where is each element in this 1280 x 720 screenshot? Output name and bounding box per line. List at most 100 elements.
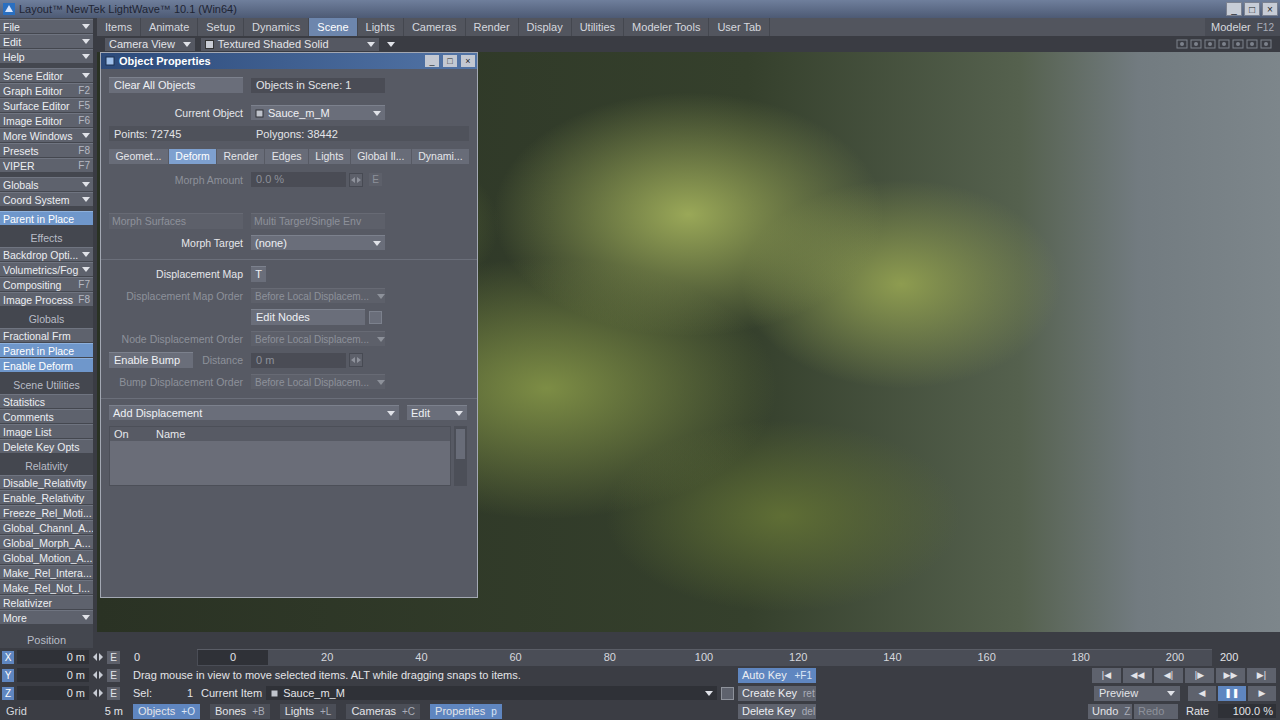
drag-arrows-icon[interactable] — [92, 651, 104, 663]
play-button[interactable]: ▶ — [1248, 686, 1276, 701]
transport-button[interactable]: |▶ — [1185, 668, 1214, 683]
drag-arrows-icon[interactable] — [349, 173, 363, 187]
sidebar-item[interactable]: Graph EditorF2 — [0, 83, 93, 97]
envelope-button[interactable]: E — [107, 669, 120, 682]
sidebar-item[interactable]: Disable_Relativity — [0, 475, 93, 489]
transport-button[interactable]: |◀ — [1092, 668, 1121, 683]
undo-button[interactable]: UndoZ — [1088, 704, 1132, 719]
transport-button[interactable]: ◀| — [1154, 668, 1183, 683]
properties-tab[interactable]: Dynami... — [412, 149, 469, 164]
item-type-button[interactable]: Lights+L — [280, 704, 337, 719]
sidebar-item[interactable]: Statistics — [0, 394, 93, 408]
timeline-track[interactable]: 204060801001201401601802000 — [197, 649, 1212, 666]
sidebar-item[interactable]: Parent in Place — [0, 211, 93, 225]
edit-nodes-button[interactable]: Edit Nodes — [251, 309, 365, 325]
drag-arrows-icon[interactable] — [92, 669, 104, 681]
sidebar-item[interactable]: Make_Rel_Intera... — [0, 565, 93, 579]
properties-tab[interactable]: Lights — [309, 149, 350, 164]
object-properties-window[interactable]: Object Properties_□×Clear All ObjectsObj… — [100, 52, 478, 598]
item-type-button[interactable]: Cameras+C — [346, 704, 420, 719]
sidebar-item[interactable]: More — [0, 610, 93, 624]
view-control-icon[interactable] — [1260, 39, 1272, 49]
sidebar-item[interactable]: Volumetrics/Fog — [0, 262, 93, 276]
viewport-options-dropdown[interactable] — [385, 38, 397, 51]
toolbar-tab[interactable]: Setup — [198, 18, 244, 36]
view-control-icon[interactable] — [1218, 39, 1230, 49]
window-control-button[interactable]: _ — [1226, 2, 1242, 16]
node-displacement-order-dropdown[interactable]: Before Local Displacem... — [251, 331, 385, 346]
sidebar-item[interactable]: Enable Deform — [0, 358, 93, 372]
sidebar-item[interactable]: Global_Morph_A... — [0, 535, 93, 549]
sidebar-item[interactable]: Help — [0, 49, 93, 63]
sidebar-item[interactable]: Globals — [0, 177, 93, 191]
sidebar-item[interactable]: Delete Key Opts — [0, 439, 93, 453]
panel-control-button[interactable]: _ — [425, 55, 439, 67]
properties-tab[interactable]: Global Il... — [351, 149, 411, 164]
sidebar-item[interactable]: Image List — [0, 424, 93, 438]
window-control-button[interactable]: □ — [1244, 2, 1260, 16]
morph-target-dropdown[interactable]: (none) — [251, 235, 385, 250]
envelope-button[interactable]: E — [107, 687, 120, 700]
list-scrollbar[interactable] — [454, 426, 467, 486]
redo-button[interactable]: Redo — [1134, 704, 1178, 719]
toolbar-tab[interactable]: Display — [519, 18, 572, 36]
toolbar-tab[interactable]: Scene — [309, 18, 357, 36]
rate-field[interactable]: 100.0 % — [1218, 704, 1276, 718]
morph-option-button[interactable]: Morph Surfaces — [109, 213, 243, 229]
sidebar-item[interactable]: CompositingF7 — [0, 277, 93, 291]
sidebar-item[interactable]: Surface EditorF5 — [0, 98, 93, 112]
axis-value-field[interactable]: 0 m — [17, 650, 89, 664]
start-frame-field[interactable]: 0 — [130, 650, 190, 664]
view-type-dropdown[interactable]: Camera View — [105, 38, 195, 51]
sidebar-item[interactable]: Scene Editor — [0, 68, 93, 82]
bump-displacement-order-dropdown[interactable]: Before Local Displacem... — [251, 374, 385, 389]
toolbar-tab[interactable]: User Tab — [709, 18, 770, 36]
envelope-button[interactable]: E — [107, 651, 120, 664]
edit-dropdown[interactable]: Edit — [407, 405, 467, 420]
sidebar-item[interactable]: Coord System — [0, 192, 93, 206]
properties-tab[interactable]: Geomet... — [109, 149, 168, 164]
play-button[interactable]: ❚❚ — [1218, 686, 1246, 701]
toolbar-tab[interactable]: Render — [466, 18, 519, 36]
sidebar-item[interactable]: Freeze_Rel_Moti... — [0, 505, 93, 519]
item-type-button[interactable]: Bones+B — [210, 704, 270, 719]
toolbar-tab[interactable]: Lights — [358, 18, 404, 36]
view-control-icon[interactable] — [1204, 39, 1216, 49]
panel-title-bar[interactable]: Object Properties_□× — [101, 53, 477, 69]
sidebar-item[interactable]: Image EditorF6 — [0, 113, 93, 127]
current-item-dropdown[interactable]: Sauce_m_M — [266, 686, 717, 700]
item-picker-button[interactable] — [721, 687, 734, 700]
view-control-icon[interactable] — [1232, 39, 1244, 49]
item-type-button[interactable]: Propertiesp — [430, 704, 502, 719]
create-key-button[interactable]: Create Keyret — [738, 686, 816, 701]
toolbar-tab[interactable]: Animate — [141, 18, 198, 36]
add-displacement-dropdown[interactable]: Add Displacement — [109, 405, 399, 420]
panel-control-button[interactable]: □ — [443, 55, 457, 67]
axis-value-field[interactable]: 0 m — [17, 668, 89, 682]
play-button[interactable]: ◀ — [1188, 686, 1216, 701]
delete-key-button[interactable]: Delete Keydel — [738, 704, 816, 719]
sidebar-item[interactable]: Enable_Relativity — [0, 490, 93, 504]
bump-distance-field[interactable]: 0 m — [251, 353, 346, 368]
nodes-enable-checkbox[interactable] — [369, 311, 382, 324]
sidebar-item[interactable]: Edit — [0, 34, 93, 48]
end-frame-field[interactable]: 200 — [1212, 650, 1280, 664]
displacement-list[interactable]: OnName — [109, 426, 451, 486]
properties-tab[interactable]: Edges — [265, 149, 308, 164]
transport-button[interactable]: ▶▶ — [1216, 668, 1245, 683]
axis-value-field[interactable]: 0 m — [17, 686, 89, 700]
modeler-button[interactable]: ModelerF12 — [1205, 18, 1280, 36]
morph-amount-field[interactable]: 0.0 % — [251, 172, 346, 187]
auto-key-button[interactable]: Auto Key+F1 — [738, 668, 816, 683]
morph-option-button[interactable]: Multi Target/Single Env — [251, 213, 385, 229]
grid-size-field[interactable]: 5 m — [39, 705, 129, 717]
current-object-dropdown[interactable]: Sauce_m_M — [251, 105, 385, 120]
sidebar-item[interactable]: PresetsF8 — [0, 143, 93, 157]
sidebar-item[interactable]: VIPERF7 — [0, 158, 93, 172]
drag-arrows-icon[interactable] — [92, 687, 104, 699]
sidebar-item[interactable]: Parent in Place — [0, 343, 93, 357]
sidebar-item[interactable]: Fractional Frm — [0, 328, 93, 342]
transport-button[interactable]: ▶| — [1247, 668, 1276, 683]
toolbar-tab[interactable]: Utilities — [572, 18, 624, 36]
window-control-button[interactable]: × — [1262, 2, 1278, 16]
